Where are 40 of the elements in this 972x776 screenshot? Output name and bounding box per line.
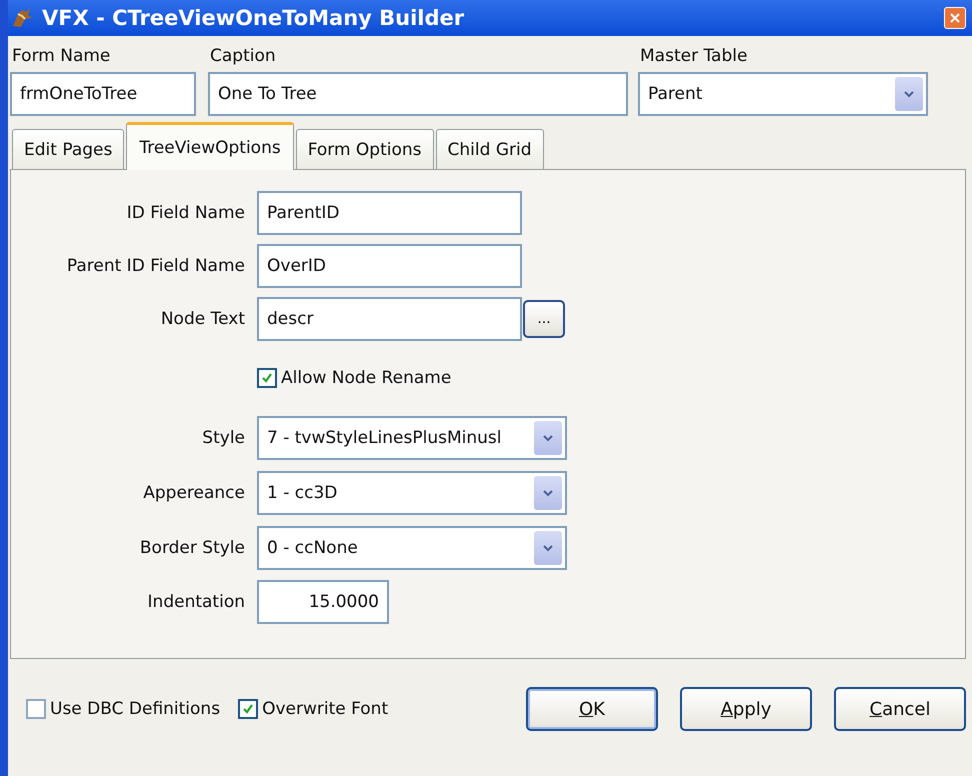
dropdown-field[interactable]: 0 - ccNone xyxy=(257,526,567,570)
field-label: Form Name xyxy=(11,45,112,68)
close-button[interactable] xyxy=(944,7,966,29)
checkbox[interactable] xyxy=(26,699,46,719)
dropdown-field[interactable]: Parent xyxy=(638,72,928,116)
dialog-button[interactable]: Cancel xyxy=(834,687,966,731)
tab[interactable]: Edit Pages xyxy=(12,129,124,169)
check-icon xyxy=(242,703,254,715)
dropdown-field[interactable]: 7 - tvwStyleLinesPlusMinusl xyxy=(257,416,567,460)
field-label: Appereance xyxy=(143,482,245,502)
checkbox-label: Use DBC Definitions xyxy=(50,699,220,719)
field-label: Parent ID Field Name xyxy=(66,256,245,276)
app-icon xyxy=(10,6,34,30)
tab[interactable]: TreeViewOptions xyxy=(126,122,294,170)
browse-button[interactable]: ... xyxy=(523,300,565,338)
checkbox[interactable] xyxy=(238,699,258,719)
dropdown-field[interactable]: 1 - cc3D xyxy=(257,470,567,514)
dialog-button[interactable]: Apply xyxy=(680,687,812,731)
field-label: Master Table xyxy=(639,45,748,68)
input-field[interactable]: 15.0000 xyxy=(257,580,389,624)
input-field[interactable]: descr xyxy=(257,296,522,340)
window-title: VFX - CTreeViewOneToMany Builder xyxy=(42,6,466,30)
field-label: Indentation xyxy=(148,592,245,612)
close-icon[interactable] xyxy=(950,13,960,23)
checkbox[interactable] xyxy=(257,368,277,388)
checkbox-label: Overwrite Font xyxy=(262,699,388,719)
input-field[interactable]: frmOneToTree xyxy=(10,72,196,116)
check-icon xyxy=(261,372,273,384)
input-field[interactable]: OverID xyxy=(257,244,522,288)
tab[interactable]: Form Options xyxy=(296,129,434,169)
input-field[interactable]: ParentID xyxy=(257,190,522,234)
input-field[interactable]: One To Tree xyxy=(208,72,628,116)
field-label: Border Style xyxy=(140,538,245,558)
field-label: ID Field Name xyxy=(126,202,245,222)
tab[interactable]: Child Grid xyxy=(436,129,544,169)
field-label: Style xyxy=(202,428,245,448)
checkbox-label: Allow Node Rename xyxy=(281,368,452,388)
dialog-button[interactable]: OK xyxy=(526,687,658,731)
field-label: Caption xyxy=(209,45,277,68)
field-label: Node Text xyxy=(160,308,245,328)
